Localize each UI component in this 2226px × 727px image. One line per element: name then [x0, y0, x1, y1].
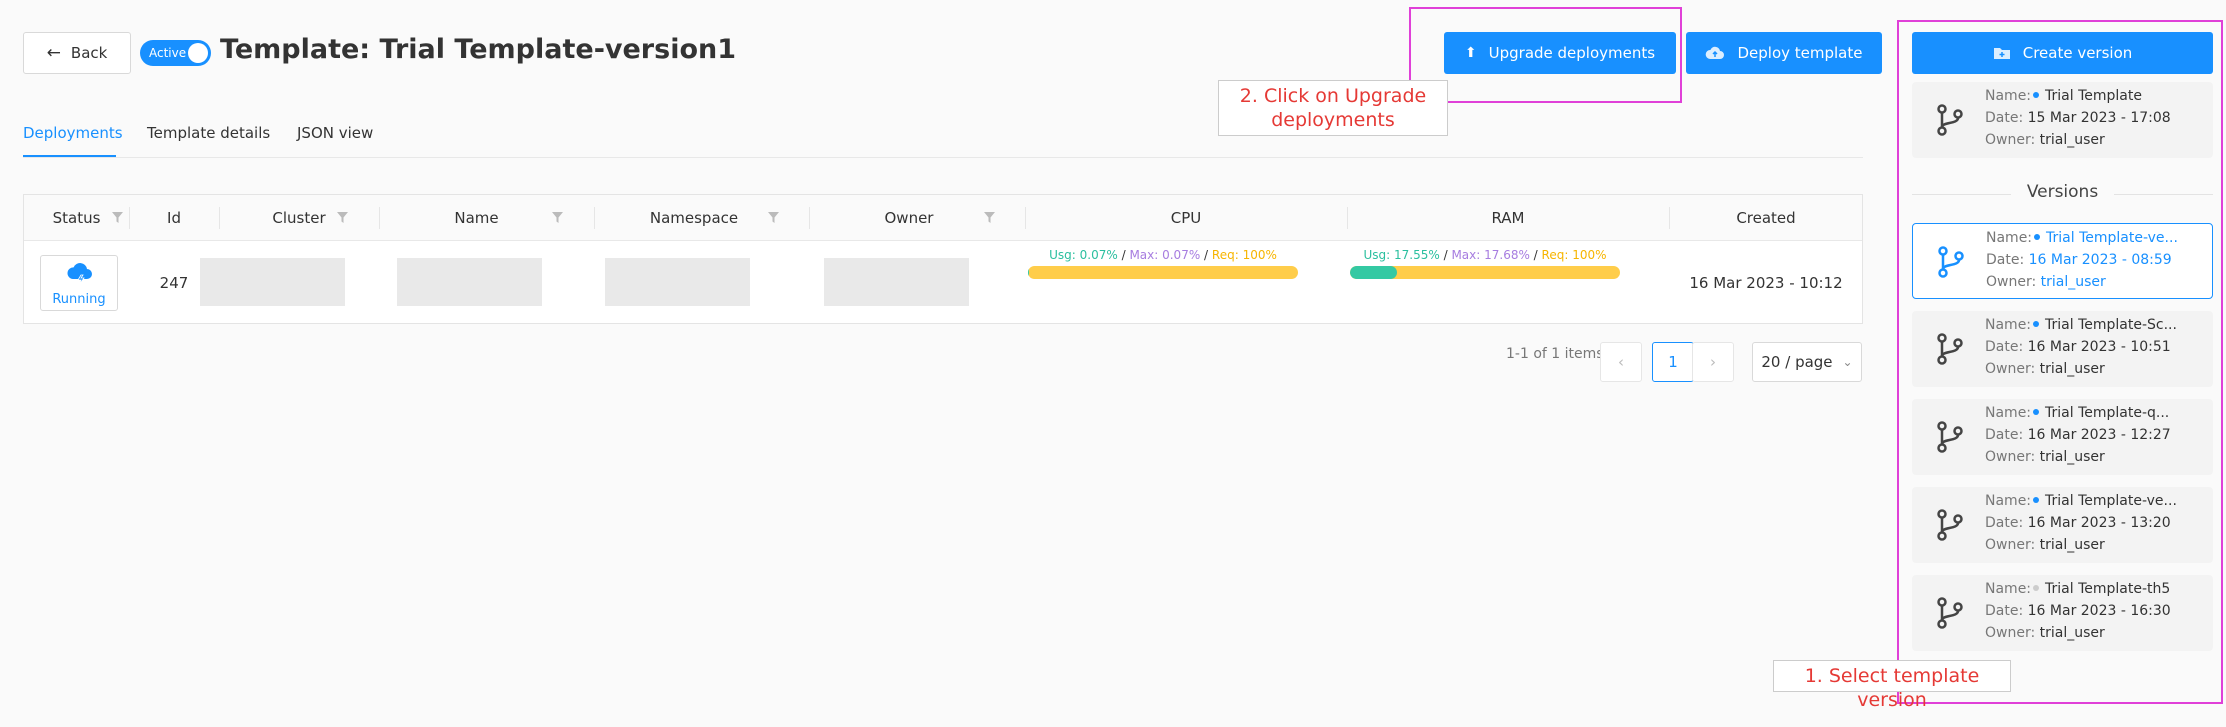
chevron-down-icon: ⌄: [1842, 355, 1853, 369]
page-size-select[interactable]: 20 / page ⌄: [1752, 342, 1862, 382]
filter-icon[interactable]: [984, 212, 995, 223]
ram-usage-legend: Usg: 17.55% / Max: 17.68% / Req: 100%: [1363, 248, 1607, 262]
active-tab-indicator: [23, 155, 116, 157]
page-number[interactable]: 1: [1652, 342, 1694, 382]
ram-max: Max: 17.68%: [1451, 248, 1530, 262]
page-size-value: 20 / page: [1761, 353, 1833, 371]
filter-icon[interactable]: [768, 212, 779, 223]
toggle-knob: [188, 43, 208, 63]
column-header-name: Name: [454, 209, 499, 227]
cpu-usage: Usg: 0.07% / Max: 0.07% / Req: 100%: [1028, 248, 1298, 288]
cell-cluster-redacted: [200, 258, 345, 306]
table-header: Status Id Cluster Name Namespace Owner C…: [24, 195, 1862, 241]
tab-bar: Deployments Template details JSON view: [23, 124, 1863, 158]
ram-usage-fill: [1350, 266, 1398, 279]
tab-deployments[interactable]: Deployments: [23, 124, 123, 142]
toggle-label: Active: [149, 46, 187, 60]
filter-icon[interactable]: [337, 212, 348, 223]
page-title: Template: Trial Template-version1: [220, 34, 737, 65]
back-button[interactable]: ← Back: [23, 32, 131, 74]
ram-usg: Usg: 17.55%: [1363, 248, 1440, 262]
column-header-ram: RAM: [1491, 209, 1525, 227]
annotation-step-1: 1. Select template version: [1773, 660, 2011, 711]
arrow-left-icon: ←: [46, 43, 61, 63]
cpu-usage-legend: Usg: 0.07% / Max: 0.07% / Req: 100%: [1049, 248, 1277, 262]
back-label: Back: [70, 44, 108, 62]
cpu-usage-bar: [1028, 266, 1298, 279]
tab-json-view[interactable]: JSON view: [297, 124, 373, 142]
status-text: Running: [52, 292, 106, 307]
cell-namespace-redacted: [605, 258, 750, 306]
cloud-upload-icon: [1706, 46, 1725, 59]
active-toggle[interactable]: Active: [140, 40, 211, 66]
column-header-id: Id: [167, 209, 181, 227]
annotation-step-2: 2. Click on Upgrade deployments: [1218, 80, 1448, 136]
pagination-summary: 1-1 of 1 items: [1506, 346, 1604, 362]
column-header-owner: Owner: [884, 209, 934, 227]
column-header-namespace: Namespace: [649, 209, 739, 227]
ram-usage-bar: [1350, 266, 1620, 279]
next-page-button[interactable]: ›: [1692, 342, 1734, 382]
chevron-right-icon: ›: [1710, 353, 1716, 371]
cloud-lightning-icon: [67, 263, 92, 286]
tab-template-details[interactable]: Template details: [147, 124, 270, 142]
ram-usage: Usg: 17.55% / Max: 17.68% / Req: 100%: [1350, 248, 1620, 288]
prev-page-button[interactable]: ‹: [1600, 342, 1642, 382]
highlight-upgrade-button: [1409, 7, 1682, 103]
deploy-template-button[interactable]: Deploy template: [1686, 32, 1882, 74]
cpu-req: Req: 100%: [1211, 248, 1277, 262]
column-header-cpu: CPU: [1170, 209, 1202, 227]
cpu-usg: Usg: 0.07%: [1049, 248, 1118, 262]
column-header-created: Created: [1736, 209, 1796, 227]
chevron-left-icon: ‹: [1618, 353, 1624, 371]
annotation-step-2-line2: deployments: [1271, 109, 1395, 131]
deploy-label: Deploy template: [1737, 44, 1863, 62]
cell-name-redacted: [397, 258, 542, 306]
deployments-table: Status Id Cluster Name Namespace Owner C…: [23, 194, 1863, 324]
annotation-step-2-line1: 2. Click on Upgrade: [1239, 85, 1427, 107]
cell-owner-redacted: [824, 258, 969, 306]
cpu-max: Max: 0.07%: [1129, 248, 1201, 262]
filter-icon[interactable]: [552, 212, 563, 223]
cell-created: 16 Mar 2023 - 10:12: [1689, 273, 1843, 292]
status-badge[interactable]: Running: [40, 255, 118, 311]
filter-icon[interactable]: [112, 212, 123, 223]
ram-req: Req: 100%: [1541, 248, 1607, 262]
highlight-versions-panel: [1897, 20, 2223, 704]
column-header-cluster: Cluster: [272, 209, 326, 227]
